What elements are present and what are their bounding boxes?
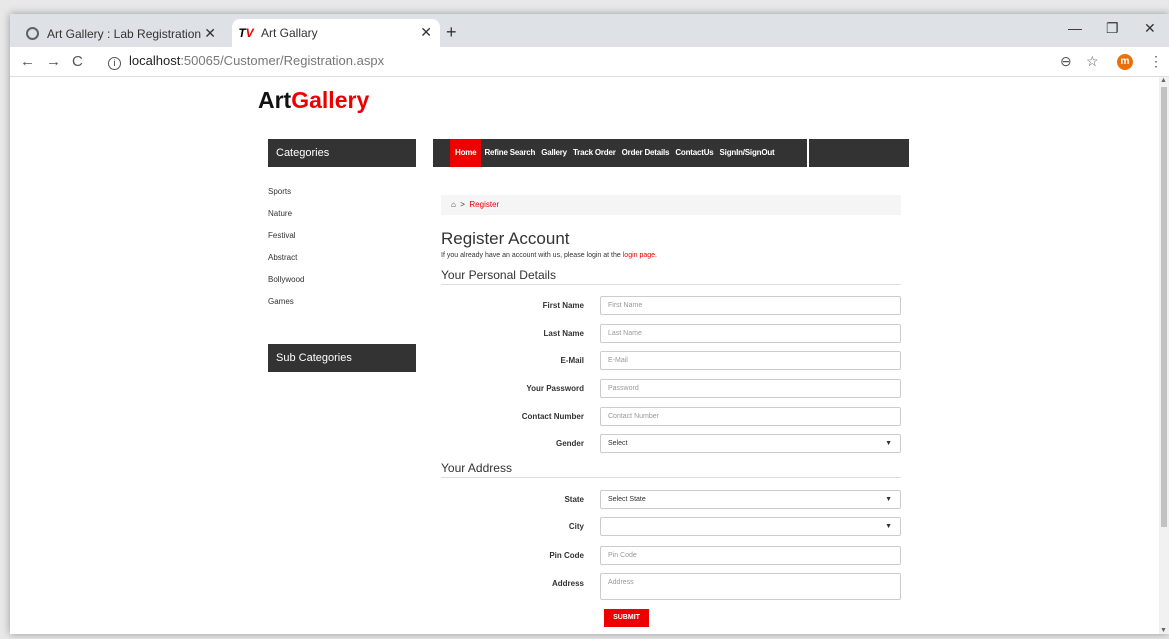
tab-art-gallary[interactable]: TV Art Gallary ✕	[232, 19, 440, 47]
last-name-label: Last Name	[543, 329, 584, 338]
breadcrumb-register[interactable]: Register	[469, 200, 499, 209]
login-page-link[interactable]: login page.	[623, 252, 657, 259]
site-logo[interactable]: ArtGallery	[258, 87, 369, 114]
category-item[interactable]: Bollywood	[268, 275, 304, 297]
category-item[interactable]: Games	[268, 297, 304, 319]
state-select[interactable]: Select State ▼	[600, 490, 901, 509]
info-icon[interactable]: i	[108, 57, 121, 70]
login-hint: If you already have an account with us, …	[441, 252, 657, 259]
contact-number-label: Contact Number	[521, 412, 584, 421]
email-label: E-Mail	[560, 356, 584, 365]
menu-track-order[interactable]: Track Order	[570, 139, 619, 167]
scroll-down-icon[interactable]: ▼	[1160, 627, 1167, 634]
category-item[interactable]: Sports	[268, 187, 304, 209]
gender-select[interactable]: Select ▼	[600, 434, 901, 453]
gender-label: Gender	[555, 439, 584, 448]
tab-lab-registration[interactable]: Art Gallery : Lab Registration ✕	[24, 20, 224, 47]
state-label: State	[564, 495, 584, 504]
close-tab-icon[interactable]: ✕	[420, 24, 432, 41]
address-label: Address	[551, 579, 584, 588]
subcategories-header: Sub Categories	[268, 344, 416, 372]
logo-part-art: Art	[258, 87, 292, 113]
forward-icon[interactable]: →	[46, 53, 61, 70]
menu-contactus[interactable]: ContactUs	[672, 139, 716, 167]
menu-divider	[807, 139, 809, 167]
url-field[interactable]: i localhost:50065/Customer/Registration.a…	[108, 53, 384, 70]
submit-button[interactable]: SUBMIT	[604, 609, 649, 627]
site-favicon-icon: TV	[238, 26, 254, 40]
menu-refine-search[interactable]: Refine Search	[481, 139, 538, 167]
menu-gallery[interactable]: Gallery	[538, 139, 570, 167]
address-bar: ← → C i localhost:50065/Customer/Registra…	[10, 47, 1169, 77]
close-window-icon[interactable]: ✕	[1144, 20, 1156, 37]
pin-code-input[interactable]: Pin Code	[600, 546, 901, 565]
category-list: Sports Nature Festival Abstract Bollywoo…	[268, 187, 304, 319]
first-name-input[interactable]: First Name	[600, 296, 901, 315]
tab-title: Art Gallery : Lab Registration	[47, 26, 202, 41]
chevron-down-icon: ▼	[885, 523, 892, 530]
pin-code-label: Pin Code	[549, 551, 584, 560]
url-path: :50065/Customer/Registration.aspx	[180, 53, 385, 68]
city-select[interactable]: ▼	[600, 517, 901, 536]
last-name-input[interactable]: Last Name	[600, 324, 901, 343]
minimize-icon[interactable]: —	[1068, 20, 1082, 36]
scrollbar[interactable]: ▲ ▼	[1159, 77, 1169, 634]
password-label: Your Password	[526, 384, 584, 393]
page-content: ArtGallery Categories Sports Nature Fest…	[10, 77, 1169, 634]
main-menu: Home Refine Search Gallery Track Order O…	[433, 139, 909, 167]
zoom-icon[interactable]: ⊖	[1060, 53, 1072, 70]
home-icon[interactable]: ⌂	[451, 200, 456, 209]
category-item[interactable]: Nature	[268, 209, 304, 231]
first-name-label: First Name	[542, 301, 584, 310]
contact-number-input[interactable]: Contact Number	[600, 407, 901, 426]
tab-bar: Art Gallery : Lab Registration ✕ TV Art …	[10, 14, 1169, 47]
section-personal-details: Your Personal Details	[441, 268, 901, 285]
page-title: Register Account	[441, 229, 570, 248]
profile-avatar[interactable]: m	[1117, 54, 1133, 70]
section-address: Your Address	[441, 461, 901, 478]
menu-signin-signout[interactable]: SignIn/SignOut	[717, 139, 778, 167]
email-input[interactable]: E-Mail	[600, 351, 901, 370]
menu-home[interactable]: Home	[450, 139, 482, 167]
state-value: Select State	[608, 496, 646, 503]
browser-window: Art Gallery : Lab Registration ✕ TV Art …	[10, 14, 1169, 634]
menu-icon[interactable]: ⋮	[1149, 53, 1163, 70]
chevron-down-icon: ▼	[885, 496, 892, 503]
gender-value: Select	[608, 440, 628, 447]
password-input[interactable]: Password	[600, 379, 901, 398]
scroll-up-icon[interactable]: ▲	[1160, 77, 1167, 84]
close-tab-icon[interactable]: ✕	[204, 25, 216, 42]
category-item[interactable]: Abstract	[268, 253, 304, 275]
city-label: City	[568, 522, 584, 531]
category-item[interactable]: Festival	[268, 231, 304, 253]
reload-icon[interactable]: C	[72, 53, 83, 70]
chevron-down-icon: ▼	[885, 440, 892, 447]
menu-order-details[interactable]: Order Details	[619, 139, 673, 167]
star-icon[interactable]: ☆	[1086, 53, 1099, 70]
tab-title: Art Gallary	[261, 26, 318, 40]
new-tab-icon[interactable]: +	[446, 22, 457, 43]
logo-part-gallery: Gallery	[291, 87, 370, 113]
breadcrumb: ⌂ > Register	[441, 195, 901, 215]
restore-icon[interactable]: ❐	[1106, 20, 1119, 37]
address-textarea[interactable]: Address	[600, 573, 901, 600]
back-icon[interactable]: ←	[20, 53, 35, 70]
scroll-thumb[interactable]	[1161, 87, 1167, 527]
categories-header: Categories	[268, 139, 416, 167]
login-hint-text: If you already have an account with us, …	[441, 252, 621, 259]
globe-icon	[24, 26, 40, 42]
url-host: localhost	[129, 53, 181, 68]
